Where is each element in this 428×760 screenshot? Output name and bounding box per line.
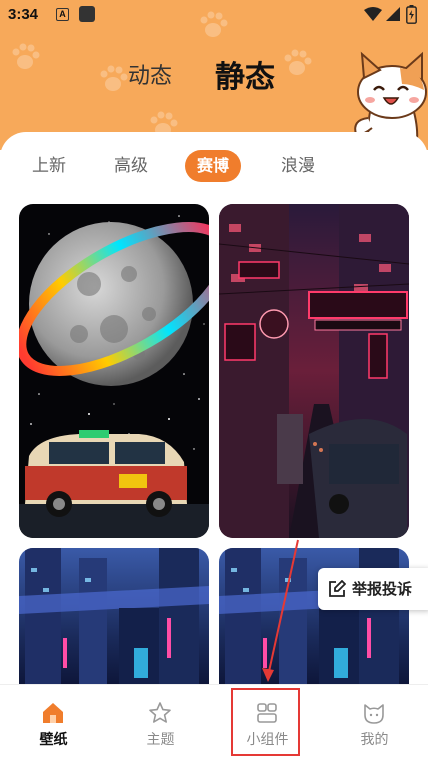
a-notification-icon: A <box>56 8 69 21</box>
category-tab-cyber[interactable]: 赛博 <box>185 150 242 182</box>
app-square-icon <box>79 6 95 22</box>
category-tab-new[interactable]: 上新 <box>32 150 66 182</box>
paw-decoration-icon <box>100 65 128 91</box>
category-tab-premium[interactable]: 高级 <box>114 150 148 182</box>
report-label: 举报投诉 <box>352 580 413 598</box>
tab-static[interactable]: 静态 <box>215 52 275 96</box>
battery-icon <box>406 5 417 24</box>
paw-decoration-icon <box>284 49 312 75</box>
header: 3:34 A 动态 静态 <box>0 0 428 150</box>
bottom-nav: 壁纸 主题 小组件 我的 <box>0 684 428 760</box>
report-button[interactable]: 举报投诉 <box>318 568 428 610</box>
paw-decoration-icon <box>12 43 40 69</box>
tab-dynamic[interactable]: 动态 <box>128 58 172 90</box>
wifi-icon <box>364 7 382 21</box>
wallpaper-tile[interactable] <box>219 204 409 538</box>
signal-icon <box>386 7 400 21</box>
nav-item-wallpaper[interactable]: 壁纸 <box>0 685 107 760</box>
star-icon <box>149 702 171 723</box>
wallpaper-moon-taxi-image <box>19 204 209 538</box>
nav-item-theme[interactable]: 主题 <box>107 685 214 760</box>
nav-item-mine[interactable]: 我的 <box>321 685 428 760</box>
nav-label: 壁纸 <box>39 732 68 748</box>
status-bar: 3:34 A <box>0 0 428 30</box>
annotation-highlight-box <box>231 688 300 756</box>
nav-label: 主题 <box>146 732 175 748</box>
home-icon <box>43 703 63 723</box>
category-tab-romantic[interactable]: 浪漫 <box>281 150 315 182</box>
cat-face-icon <box>364 704 384 724</box>
edit-icon <box>329 580 346 597</box>
wallpaper-tile[interactable] <box>19 548 209 698</box>
status-time: 3:34 <box>8 6 39 23</box>
wallpaper-neon-street-image <box>219 204 409 538</box>
wallpaper-cyber-city-image <box>19 548 209 698</box>
nav-label: 我的 <box>360 732 389 748</box>
wallpaper-tile[interactable] <box>19 204 209 538</box>
